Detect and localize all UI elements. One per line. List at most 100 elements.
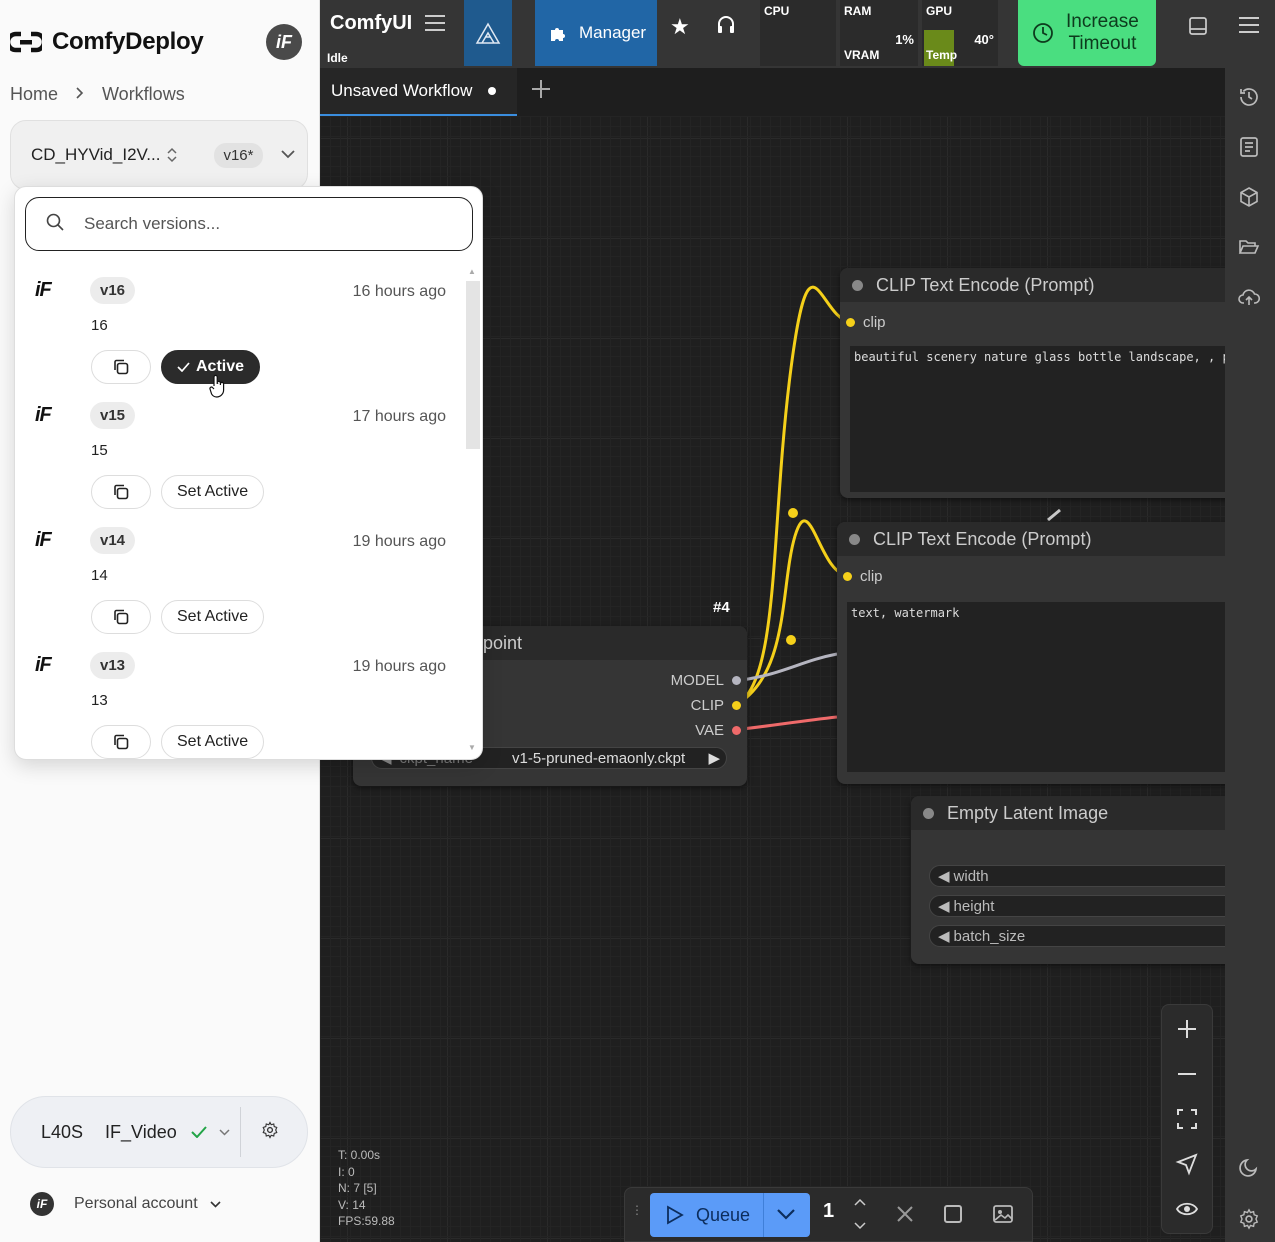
version-search-input[interactable] bbox=[84, 214, 444, 234]
gear-icon[interactable] bbox=[1238, 1208, 1260, 1235]
clip-text-encode-node[interactable]: CLIP Text Encode (Prompt) clip beautiful… bbox=[840, 268, 1225, 498]
close-icon[interactable] bbox=[895, 1204, 915, 1229]
zoom-in-icon[interactable] bbox=[1175, 1017, 1199, 1046]
chevron-right-icon bbox=[76, 86, 84, 104]
node-collapse-dot[interactable] bbox=[849, 534, 860, 545]
node-collapse-dot[interactable] bbox=[852, 280, 863, 291]
comfydeploy-logo-icon[interactable] bbox=[10, 31, 42, 53]
copy-version-button[interactable] bbox=[91, 350, 151, 384]
hamburger-menu-icon[interactable] bbox=[1238, 16, 1260, 39]
empty-latent-image-node[interactable]: Empty Latent Image ◀ width 5 ◀ height 5 … bbox=[911, 796, 1225, 964]
user-avatar[interactable]: iF bbox=[266, 24, 302, 60]
set-active-button[interactable]: Set Active bbox=[161, 600, 265, 634]
workflow-version-badge[interactable]: v16* bbox=[214, 142, 263, 168]
triangle-left-icon[interactable]: ◀ bbox=[938, 867, 950, 885]
model-output-slot[interactable]: MODEL bbox=[671, 672, 741, 689]
folder-open-icon[interactable] bbox=[1238, 236, 1260, 263]
node-title: CLIP Text Encode (Prompt) bbox=[837, 522, 1225, 556]
chevron-down-icon[interactable] bbox=[219, 1125, 230, 1139]
tab-unsaved-workflow[interactable]: Unsaved Workflow bbox=[320, 68, 517, 116]
version-time: 17 hours ago bbox=[352, 408, 446, 425]
node-title-text: Empty Latent Image bbox=[947, 802, 1109, 823]
slot-dot bbox=[846, 318, 855, 327]
batch-size-widget[interactable]: ◀ batch_size bbox=[929, 925, 1225, 947]
widget-label: height bbox=[953, 897, 995, 915]
star-icon[interactable]: ★ bbox=[670, 14, 690, 40]
manager-label: Manager bbox=[579, 23, 647, 42]
slot-label: MODEL bbox=[670, 672, 724, 689]
vae-output-slot[interactable]: VAE bbox=[695, 722, 741, 739]
zoom-out-icon[interactable] bbox=[1175, 1062, 1199, 1091]
set-active-button[interactable]: Set Active bbox=[161, 725, 265, 759]
version-number: 16 bbox=[91, 317, 108, 334]
slot-dot bbox=[732, 701, 741, 710]
copy-version-button[interactable] bbox=[91, 600, 151, 634]
prompt-textarea[interactable]: beautiful scenery nature glass bottle la… bbox=[850, 346, 1225, 492]
set-active-button[interactable]: Set Active bbox=[161, 475, 265, 509]
triangle-left-icon[interactable]: ◀ bbox=[938, 927, 950, 945]
headset-icon[interactable] bbox=[716, 14, 736, 41]
fit-view-icon[interactable] bbox=[1175, 1107, 1199, 1136]
gpu-temp-value: 40° bbox=[974, 32, 994, 47]
machine-selector[interactable]: L40S IF_Video bbox=[10, 1096, 308, 1168]
width-widget[interactable]: ◀ width 5 bbox=[929, 865, 1225, 887]
image-gallery-icon[interactable] bbox=[992, 1204, 1014, 1229]
batch-count-input[interactable]: 1 bbox=[823, 1200, 834, 1223]
workflow-selector[interactable]: CD_HYVid_I2V... v16* bbox=[10, 120, 308, 190]
gear-icon[interactable] bbox=[261, 1120, 279, 1144]
workflow-tabbar: Unsaved Workflow bbox=[320, 68, 1225, 116]
copy-version-button[interactable] bbox=[91, 475, 151, 509]
play-icon bbox=[667, 1205, 684, 1225]
timeout-line1: Increase bbox=[1066, 11, 1139, 32]
node-collapse-dot[interactable] bbox=[923, 808, 934, 819]
manager-button[interactable]: Manager bbox=[535, 0, 657, 66]
triangle-left-icon[interactable]: ◀ bbox=[938, 897, 950, 915]
clip-text-encode-node[interactable]: CLIP Text Encode (Prompt) clip text, wat… bbox=[837, 522, 1225, 784]
send-arrow-icon[interactable] bbox=[1175, 1152, 1199, 1181]
render-stats: T: 0.00s I: 0 N: 7 [5] V: 14 FPS:59.88 bbox=[338, 1147, 395, 1230]
stop-square-icon[interactable] bbox=[943, 1204, 963, 1229]
cube-icon[interactable] bbox=[1238, 186, 1260, 213]
panel-toggle-icon[interactable] bbox=[1188, 16, 1208, 41]
machine-gpu: L40S bbox=[41, 1121, 84, 1142]
version-author: iF bbox=[35, 404, 52, 426]
stat-nodes: N: 7 [5] bbox=[338, 1181, 377, 1195]
chevron-down-icon[interactable] bbox=[776, 1205, 796, 1226]
height-widget[interactable]: ◀ height 5 bbox=[929, 895, 1225, 917]
search-icon bbox=[46, 213, 64, 236]
breadcrumb-home[interactable]: Home bbox=[10, 84, 58, 105]
ram-value: 1% bbox=[895, 32, 914, 47]
breadcrumb-workflows[interactable]: Workflows bbox=[102, 84, 185, 105]
version-item: iF v15 17 hours ago 15 Set Active bbox=[15, 390, 464, 515]
queue-label: Queue bbox=[696, 1204, 751, 1225]
version-time: 19 hours ago bbox=[352, 658, 446, 675]
queue-button[interactable]: Queue bbox=[650, 1193, 810, 1237]
version-scrollbar[interactable] bbox=[466, 281, 480, 449]
chevron-down-icon[interactable] bbox=[280, 146, 295, 164]
brand-name: ComfyDeploy bbox=[52, 28, 204, 55]
scroll-down-arrow-icon[interactable]: ▼ bbox=[468, 743, 476, 752]
tab-label: Unsaved Workflow bbox=[331, 81, 473, 100]
increase-timeout-button[interactable]: Increase Timeout bbox=[1018, 0, 1156, 66]
drag-handle-icon[interactable]: ⋮ bbox=[631, 1204, 643, 1216]
copy-version-button[interactable] bbox=[91, 725, 151, 759]
history-icon[interactable] bbox=[1238, 86, 1260, 113]
comfy-logo-button[interactable] bbox=[464, 0, 512, 66]
triangle-right-icon[interactable]: ▶ bbox=[708, 749, 720, 767]
moon-theme-icon[interactable] bbox=[1238, 1156, 1260, 1183]
batch-stepper[interactable] bbox=[853, 1196, 867, 1240]
plus-icon[interactable] bbox=[530, 78, 552, 105]
hamburger-menu-icon[interactable] bbox=[424, 14, 446, 37]
prompt-textarea[interactable]: text, watermark bbox=[847, 602, 1225, 772]
eye-icon[interactable] bbox=[1175, 1197, 1199, 1226]
node-title: CLIP Text Encode (Prompt) bbox=[840, 268, 1225, 302]
queue-status: Idle bbox=[327, 51, 348, 65]
cloud-upload-icon[interactable] bbox=[1238, 286, 1261, 313]
clip-input-slot[interactable]: clip bbox=[846, 314, 886, 331]
scroll-up-arrow-icon[interactable]: ▲ bbox=[468, 267, 476, 276]
document-list-icon[interactable] bbox=[1238, 136, 1260, 163]
account-switcher[interactable]: iF Personal account bbox=[30, 1192, 221, 1216]
version-search[interactable] bbox=[25, 197, 473, 251]
clip-output-slot[interactable]: CLIP bbox=[691, 697, 741, 714]
clip-input-slot[interactable]: clip bbox=[843, 568, 883, 585]
